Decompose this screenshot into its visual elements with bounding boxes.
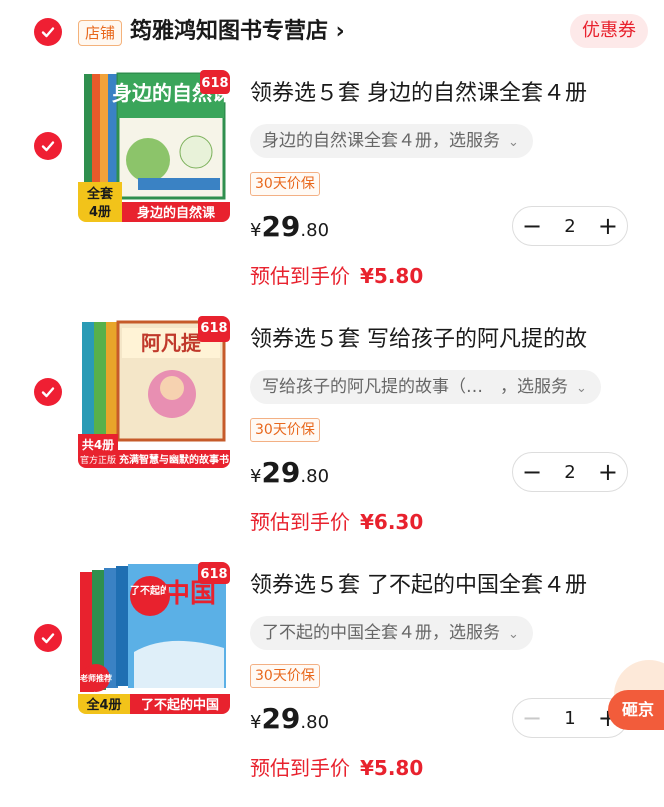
cart-item: 阿凡提 618 共4册 官方正版 充满智慧与幽默的故事书 领券选５套 写给孩子的… bbox=[0, 316, 664, 561]
price-protection-badge: 30天价保 bbox=[250, 172, 320, 196]
spec-selector[interactable]: 身边的自然课全套４册，选服务 ⌄ bbox=[250, 124, 533, 158]
item-select-checkbox[interactable] bbox=[34, 624, 62, 652]
store-select-checkbox[interactable] bbox=[34, 18, 62, 46]
cover-title: 阿凡提 bbox=[141, 331, 202, 355]
estimated-value: ¥5.80 bbox=[360, 756, 424, 780]
price: ¥29.80 bbox=[250, 702, 329, 735]
estimated-value: ¥5.80 bbox=[360, 264, 424, 288]
cart-item: 了不起的 中国 618 老师推荐 全4册 了不起的中国 领券选５套 了不起的中国… bbox=[0, 562, 664, 807]
cover-618-badge: 618 bbox=[201, 76, 228, 91]
cover-bottom: 身边的自然课 bbox=[137, 205, 216, 221]
price-currency: ¥ bbox=[250, 220, 262, 241]
book-cover-nature: 身边的自然课 618 全套 4册 身边的自然课 bbox=[78, 70, 230, 222]
book-cover-china: 了不起的 中国 618 老师推荐 全4册 了不起的中国 bbox=[78, 562, 230, 714]
chevron-down-icon: ⌄ bbox=[508, 627, 519, 642]
quantity-value[interactable]: 2 bbox=[564, 216, 575, 237]
price-decimal: .80 bbox=[300, 466, 330, 487]
price: ¥29.80 bbox=[250, 456, 329, 489]
estimated-price: 预估到手价 ¥5.80 bbox=[250, 752, 423, 781]
price-integer: 29 bbox=[261, 456, 301, 489]
product-image[interactable]: 阿凡提 618 共4册 官方正版 充满智慧与幽默的故事书 bbox=[78, 316, 230, 468]
store-header: 店铺 筠雅鸿知图书专营店 › 优惠券 bbox=[0, 0, 664, 64]
product-image[interactable]: 了不起的 中国 618 老师推荐 全4册 了不起的中国 bbox=[78, 562, 230, 714]
cover-618-badge: 618 bbox=[200, 567, 227, 582]
product-image[interactable]: 身边的自然课 618 全套 4册 身边的自然课 bbox=[78, 70, 230, 222]
cover-618-badge: 618 bbox=[200, 321, 227, 336]
cover-bottom: 了不起的中国 bbox=[141, 697, 219, 713]
cover-tag: 老师推荐 bbox=[79, 673, 112, 683]
minus-button[interactable]: − bbox=[513, 207, 551, 245]
product-title[interactable]: 领券选５套 了不起的中国全套４册 bbox=[250, 570, 650, 602]
estimated-label: 预估到手价 bbox=[250, 264, 350, 288]
quantity-value[interactable]: 2 bbox=[564, 462, 575, 483]
check-icon bbox=[41, 633, 55, 644]
cover-sub: 共4册 bbox=[82, 437, 114, 452]
spec-text: 身边的自然课全套４册，选服务 bbox=[262, 131, 500, 151]
price-integer: 29 bbox=[261, 702, 301, 735]
cover-count: 全4册 bbox=[85, 697, 121, 713]
store-tag: 店铺 bbox=[78, 20, 123, 46]
cover-sub: 全套 bbox=[86, 186, 114, 202]
item-select-checkbox[interactable] bbox=[34, 378, 62, 406]
price-protection-badge: 30天价保 bbox=[250, 418, 320, 442]
estimated-price: 预估到手价 ¥6.30 bbox=[250, 506, 423, 535]
check-icon bbox=[41, 27, 55, 38]
floating-promo-button[interactable]: 砸京 bbox=[608, 690, 664, 730]
spec-text: 了不起的中国全套４册，选服务 bbox=[262, 623, 500, 643]
store-name-link[interactable]: 筠雅鸿知图书专营店 › bbox=[130, 16, 345, 48]
spec-selector[interactable]: 写给孩子的阿凡提的故事（… ，选服务 ⌄ bbox=[250, 370, 601, 404]
estimated-label: 预估到手价 bbox=[250, 510, 350, 534]
quantity-stepper: − 2 + bbox=[512, 452, 628, 492]
price-currency: ¥ bbox=[250, 466, 262, 487]
cover-bottom: 充满智慧与幽默的故事书 bbox=[119, 453, 229, 466]
spec-selector[interactable]: 了不起的中国全套４册，选服务 ⌄ bbox=[250, 616, 533, 650]
chevron-down-icon: ⌄ bbox=[508, 135, 519, 150]
book-cover-afanti: 阿凡提 618 共4册 官方正版 充满智慧与幽默的故事书 bbox=[78, 316, 230, 468]
cart-item: 身边的自然课 618 全套 4册 身边的自然课 领券选５套 身边的自然课全套４册… bbox=[0, 70, 664, 315]
price-integer: 29 bbox=[261, 210, 301, 243]
cover-count: 官方正版 bbox=[80, 454, 116, 466]
minus-button[interactable]: − bbox=[513, 699, 551, 737]
product-title[interactable]: 领券选５套 身边的自然课全套４册 bbox=[250, 78, 650, 110]
product-title[interactable]: 领券选５套 写给孩子的阿凡提的故 bbox=[250, 324, 650, 356]
price-decimal: .80 bbox=[300, 712, 330, 733]
coupon-button[interactable]: 优惠券 bbox=[570, 14, 648, 48]
spec-text: 写给孩子的阿凡提的故事（… ，选服务 bbox=[262, 377, 568, 397]
item-select-checkbox[interactable] bbox=[34, 132, 62, 160]
cover-count: 4册 bbox=[89, 205, 111, 220]
minus-button[interactable]: − bbox=[513, 453, 551, 491]
quantity-stepper: − 2 + bbox=[512, 206, 628, 246]
price-decimal: .80 bbox=[300, 220, 330, 241]
price: ¥29.80 bbox=[250, 210, 329, 243]
estimated-price: 预估到手价 ¥5.80 bbox=[250, 260, 423, 289]
estimated-label: 预估到手价 bbox=[250, 756, 350, 780]
plus-button[interactable]: + bbox=[589, 453, 627, 491]
price-currency: ¥ bbox=[250, 712, 262, 733]
check-icon bbox=[41, 387, 55, 398]
chevron-down-icon: ⌄ bbox=[576, 381, 587, 396]
quantity-value[interactable]: 1 bbox=[564, 708, 575, 729]
plus-button[interactable]: + bbox=[589, 207, 627, 245]
check-icon bbox=[41, 141, 55, 152]
price-protection-badge: 30天价保 bbox=[250, 664, 320, 688]
estimated-value: ¥6.30 bbox=[360, 510, 424, 534]
